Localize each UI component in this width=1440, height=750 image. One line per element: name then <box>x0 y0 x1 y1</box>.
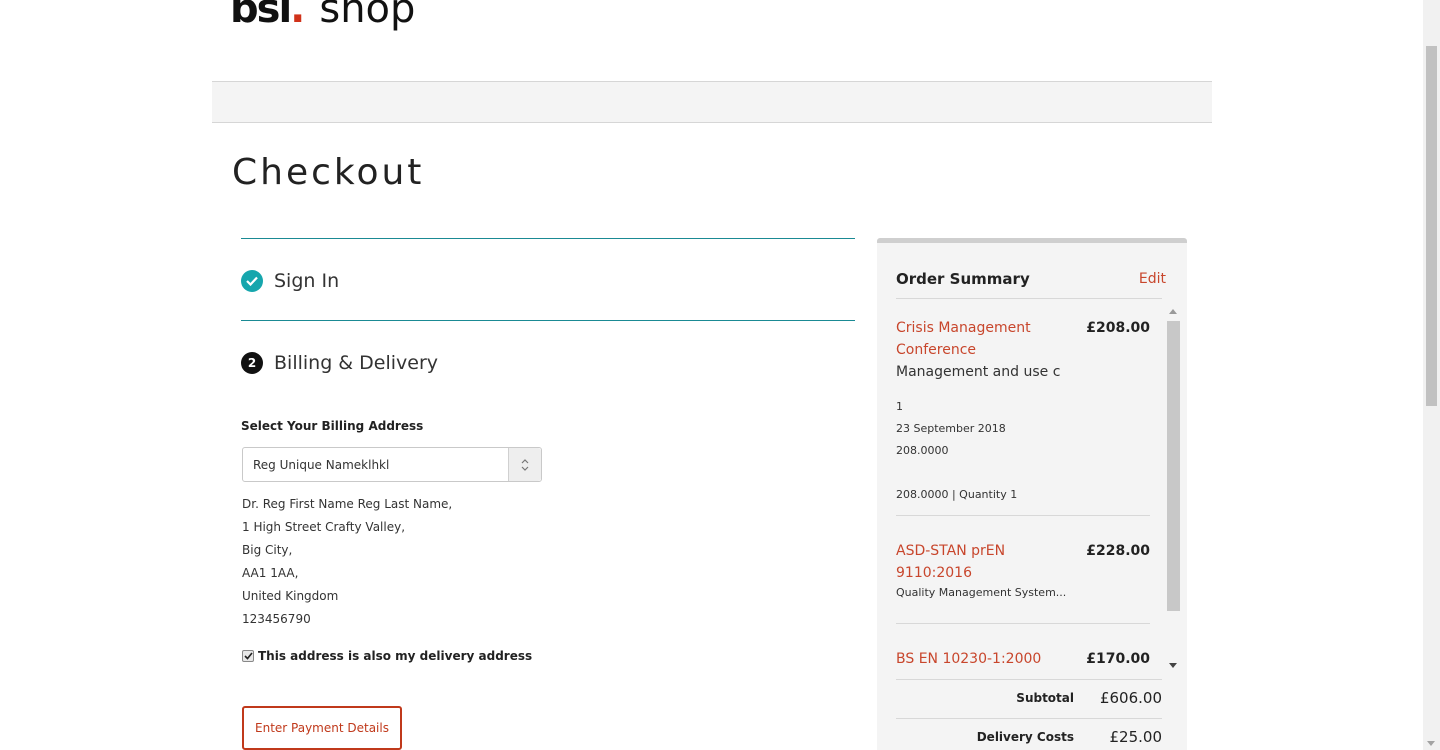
scroll-down-icon[interactable] <box>1427 741 1435 746</box>
order-item-price: £208.00 <box>1086 320 1150 336</box>
order-item-name[interactable]: BS EN 10230-1:2000 <box>896 648 1066 670</box>
billing-address-select[interactable]: Reg Unique Nameklhkl <box>242 447 542 482</box>
order-summary-title: Order Summary <box>896 270 1030 288</box>
delivery-address-checkbox-label: This address is also my delivery address <box>258 649 533 663</box>
order-item-price: £228.00 <box>1086 543 1150 559</box>
address-line: 1 High Street Crafty Valley, <box>242 520 406 534</box>
step-number-icon: 2 <box>241 352 263 374</box>
summary-divider <box>896 679 1162 680</box>
order-item-description: Management and use c <box>896 364 1061 380</box>
navigation-bar <box>212 81 1212 123</box>
subtotal-value: £606.00 <box>1099 689 1162 707</box>
order-item-date: 23 September 2018 <box>896 422 1006 435</box>
summary-divider <box>896 298 1162 299</box>
billing-address-label: Select Your Billing Address <box>241 419 424 433</box>
logo-bsi-text: bsi <box>230 0 292 32</box>
order-item: Crisis Management Conference £208.00 Man… <box>896 317 1150 506</box>
billing-address-block: Dr. Reg First Name Reg Last Name, 1 High… <box>242 494 452 632</box>
scrollbar-thumb[interactable] <box>1167 321 1180 611</box>
order-item-price-quantity: 208.0000 | Quantity 1 <box>896 488 1018 501</box>
address-line: AA1 1AA, <box>242 566 299 580</box>
delivery-costs-label: Delivery Costs <box>976 730 1074 744</box>
order-item-price: £170.00 <box>1086 651 1150 667</box>
address-line: Big City, <box>242 543 293 557</box>
order-item-name[interactable]: Crisis Management Conference <box>896 317 1046 361</box>
item-divider <box>896 623 1150 624</box>
item-divider <box>896 515 1150 516</box>
address-line: 123456790 <box>242 612 311 626</box>
subtotal-row: Subtotal £606.00 <box>896 689 1162 707</box>
logo-shop-text: shop <box>319 0 416 32</box>
delivery-address-checkbox-row[interactable]: This address is also my delivery address <box>242 649 532 663</box>
step-sign-in-label: Sign In <box>274 270 340 292</box>
check-icon <box>241 270 263 292</box>
scroll-down-icon[interactable] <box>1169 663 1177 668</box>
bsi-shop-logo[interactable]: bsi. shop <box>230 0 415 46</box>
address-line: Dr. Reg First Name Reg Last Name, <box>242 497 453 511</box>
delivery-costs-value: £25.00 <box>1109 728 1163 746</box>
order-summary-edit-link[interactable]: Edit <box>1139 271 1166 287</box>
order-item-unit-price: 208.0000 <box>896 444 949 457</box>
address-line: United Kingdom <box>242 589 339 603</box>
step-billing-delivery: 2 Billing & Delivery <box>241 352 438 374</box>
order-item-quantity: 1 <box>896 400 903 413</box>
order-items-list[interactable]: Crisis Management Conference £208.00 Man… <box>896 305 1183 675</box>
page-scrollbar-thumb[interactable] <box>1426 46 1437 406</box>
summary-divider <box>896 718 1162 719</box>
logo-dot: . <box>290 0 306 32</box>
scroll-up-icon[interactable] <box>1169 309 1177 314</box>
order-item-description: Quality Management System... <box>896 586 1067 599</box>
enter-payment-details-button[interactable]: Enter Payment Details <box>242 706 402 750</box>
page-title: Checkout <box>232 152 425 193</box>
delivery-costs-row: Delivery Costs £25.00 <box>896 728 1162 746</box>
order-summary-panel: Order Summary Edit Crisis Management Con… <box>877 238 1187 750</box>
page-scrollbar[interactable] <box>1423 0 1440 750</box>
order-item: BS EN 10230-1:2000 £170.00 <box>896 648 1150 670</box>
billing-address-selected-value: Reg Unique Nameklhkl <box>253 458 390 472</box>
step-divider <box>241 320 855 321</box>
step-sign-in[interactable]: Sign In <box>241 270 339 292</box>
step-divider <box>241 238 855 239</box>
order-item: ASD-STAN prEN 9110:2016 £228.00 Quality … <box>896 540 1150 602</box>
order-items-scrollbar[interactable] <box>1164 305 1182 675</box>
delivery-address-checkbox[interactable] <box>242 650 254 662</box>
select-chevron-icon[interactable] <box>508 448 541 481</box>
order-item-name[interactable]: ASD-STAN prEN 9110:2016 <box>896 540 1046 584</box>
step-billing-label: Billing & Delivery <box>274 352 439 374</box>
subtotal-label: Subtotal <box>1016 691 1074 705</box>
